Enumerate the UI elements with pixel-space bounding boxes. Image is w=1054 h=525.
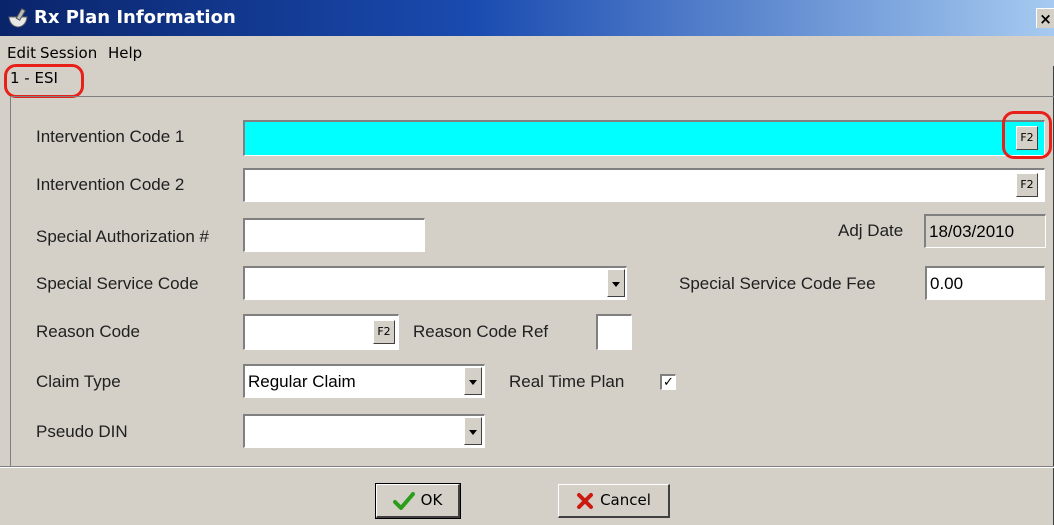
real-time-plan-label: Real Time Plan <box>509 372 625 391</box>
chevron-down-icon[interactable] <box>464 417 482 445</box>
special-service-code-fee-label: Special Service Code Fee <box>679 274 876 293</box>
window-title: Rx Plan Information <box>34 7 236 28</box>
intervention-code-2-lookup-button[interactable]: F2 <box>1016 173 1038 197</box>
title-bar: Rx Plan Information × <box>0 0 1054 36</box>
special-service-code-fee-input[interactable]: 0.00 <box>925 266 1045 300</box>
ok-button[interactable]: OK <box>375 483 461 519</box>
cancel-label: Cancel <box>600 491 651 509</box>
pseudo-din-label: Pseudo DIN <box>36 422 128 441</box>
claim-type-select[interactable]: Regular Claim <box>243 364 485 398</box>
intervention-code-2-label: Intervention Code 2 <box>36 175 185 194</box>
rx-plan-information-window: Rx Plan Information × Edit Session Help … <box>0 0 1054 525</box>
real-time-plan-checkbox[interactable]: ✓ <box>660 374 676 390</box>
menu-edit[interactable]: Edit <box>7 43 36 63</box>
intervention-code-2-input[interactable] <box>243 168 1045 202</box>
chevron-down-icon[interactable] <box>464 367 482 395</box>
reason-code-ref-input[interactable] <box>596 314 632 350</box>
reason-code-label: Reason Code <box>36 322 140 341</box>
intervention-code-1-label: Intervention Code 1 <box>36 127 185 146</box>
adj-date-field: 18/03/2010 <box>924 214 1046 248</box>
claim-type-label: Claim Type <box>36 372 121 391</box>
special-service-code-label: Special Service Code <box>36 274 199 293</box>
close-button[interactable]: × <box>1036 8 1054 28</box>
x-icon <box>577 492 594 509</box>
pseudo-din-select[interactable] <box>243 414 485 448</box>
reason-code-lookup-button[interactable]: F2 <box>373 320 395 344</box>
cancel-button[interactable]: Cancel <box>558 484 670 518</box>
highlight-plan-label <box>4 64 84 98</box>
adj-date-label: Adj Date <box>838 221 904 240</box>
divider <box>0 466 1054 468</box>
menu-session[interactable]: Session <box>40 43 97 63</box>
reason-code-ref-label: Reason Code Ref <box>413 322 549 341</box>
menu-help[interactable]: Help <box>108 43 142 63</box>
special-authorization-label: Special Authorization # <box>36 227 209 246</box>
special-service-code-select[interactable] <box>243 266 627 300</box>
intervention-code-1-input[interactable] <box>243 120 1045 156</box>
special-authorization-input[interactable] <box>243 218 425 252</box>
highlight-f2-button <box>1002 111 1052 159</box>
mortar-pestle-icon <box>8 7 28 28</box>
ok-label: OK <box>420 491 443 509</box>
menu-bar: Edit Session Help <box>0 36 1054 66</box>
chevron-down-icon[interactable] <box>607 269 625 297</box>
checkmark-icon <box>392 491 415 510</box>
